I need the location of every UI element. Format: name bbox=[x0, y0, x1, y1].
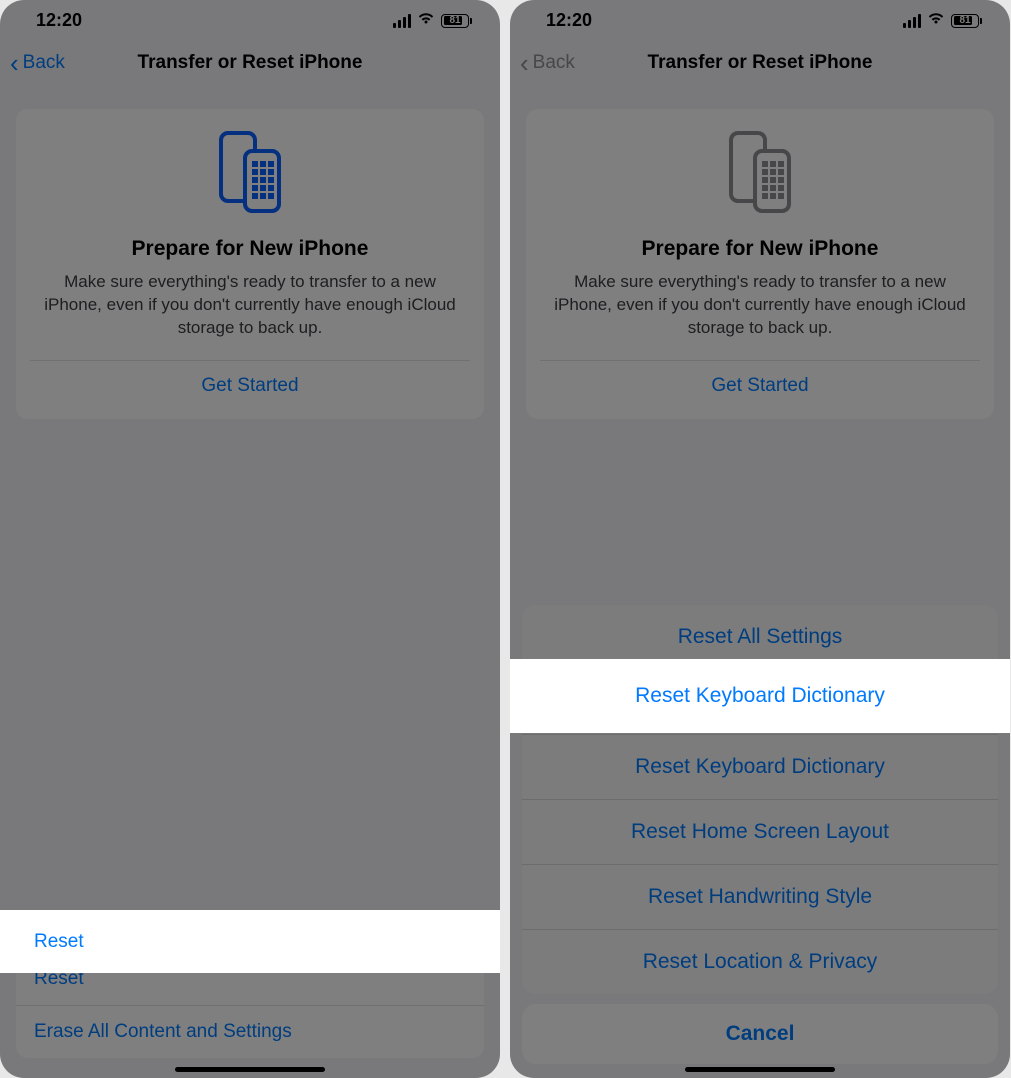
battery-icon: 81 bbox=[951, 14, 982, 28]
status-right: 81 bbox=[393, 11, 473, 30]
reset-home-screen-layout[interactable]: Reset Home Screen Layout bbox=[522, 800, 998, 865]
erase-cell[interactable]: Erase All Content and Settings bbox=[16, 1006, 484, 1058]
status-time: 12:20 bbox=[546, 10, 592, 31]
card-title: Prepare for New iPhone bbox=[544, 237, 976, 261]
reset-location-privacy[interactable]: Reset Location & Privacy bbox=[522, 930, 998, 994]
get-started-button[interactable]: Get Started bbox=[34, 375, 466, 397]
phones-icon bbox=[544, 131, 976, 217]
back-label: Back bbox=[533, 52, 575, 74]
status-right: 81 bbox=[903, 11, 983, 30]
back-button[interactable]: ‹ Back bbox=[10, 50, 65, 76]
cellular-signal-icon bbox=[393, 14, 412, 28]
phones-icon bbox=[34, 131, 466, 217]
prepare-card: Prepare for New iPhone Make sure everyth… bbox=[16, 109, 484, 419]
nav-bar: ‹ Back Transfer or Reset iPhone bbox=[0, 37, 500, 89]
divider bbox=[30, 360, 470, 361]
status-bar: 12:20 81 bbox=[510, 0, 1010, 37]
chevron-left-icon: ‹ bbox=[10, 50, 19, 76]
card-title: Prepare for New iPhone bbox=[34, 237, 466, 261]
wifi-icon bbox=[927, 11, 945, 30]
wifi-icon bbox=[417, 11, 435, 30]
screen-transfer-reset: 12:20 81 ‹ Back Transfer or Reset iPhone bbox=[0, 0, 500, 1078]
reset-keyboard-dictionary-highlight[interactable]: Reset Keyboard Dictionary bbox=[510, 659, 1010, 733]
nav-bar: ‹ Back Transfer or Reset iPhone bbox=[510, 37, 1010, 89]
content: Prepare for New iPhone Make sure everyth… bbox=[510, 89, 1010, 439]
page-title: Transfer or Reset iPhone bbox=[648, 52, 873, 74]
screen-reset-options: 12:20 81 ‹ Back Transfer or Reset iPhone bbox=[510, 0, 1010, 1078]
home-indicator[interactable] bbox=[175, 1067, 325, 1072]
cellular-signal-icon bbox=[903, 14, 922, 28]
reset-handwriting-style[interactable]: Reset Handwriting Style bbox=[522, 865, 998, 930]
prepare-card: Prepare for New iPhone Make sure everyth… bbox=[526, 109, 994, 419]
back-label: Back bbox=[23, 52, 65, 74]
cancel-button[interactable]: Cancel bbox=[522, 1004, 998, 1064]
status-time: 12:20 bbox=[36, 10, 82, 31]
chevron-left-icon: ‹ bbox=[520, 50, 529, 76]
get-started-button[interactable]: Get Started bbox=[544, 375, 976, 397]
divider bbox=[540, 360, 980, 361]
card-description: Make sure everything's ready to transfer… bbox=[544, 271, 976, 340]
status-bar: 12:20 81 bbox=[0, 0, 500, 37]
back-button: ‹ Back bbox=[520, 50, 575, 76]
home-indicator[interactable] bbox=[685, 1067, 835, 1072]
reset-cell-highlight[interactable]: Reset bbox=[0, 910, 500, 973]
battery-icon: 81 bbox=[441, 14, 472, 28]
content: Prepare for New iPhone Make sure everyth… bbox=[0, 89, 500, 439]
reset-keyboard-dictionary[interactable]: Reset Keyboard Dictionary bbox=[522, 735, 998, 800]
card-description: Make sure everything's ready to transfer… bbox=[34, 271, 466, 340]
page-title: Transfer or Reset iPhone bbox=[138, 52, 363, 74]
